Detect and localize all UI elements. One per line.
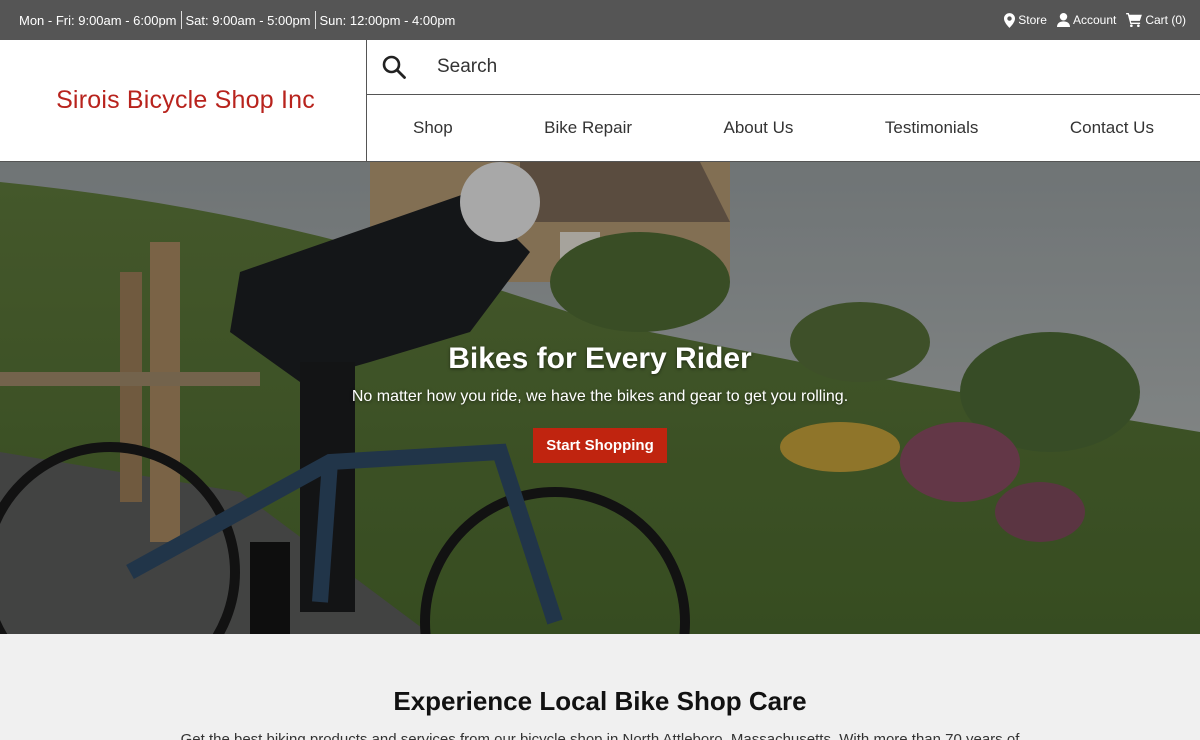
cart-label: Cart (0)	[1145, 13, 1186, 27]
top-info-bar: Mon - Fri: 9:00am - 6:00pm Sat: 9:00am -…	[0, 0, 1200, 40]
main-nav: Shop Bike Repair About Us Testimonials C…	[367, 95, 1200, 161]
store-link[interactable]: Store	[1004, 12, 1047, 28]
hero-content: Bikes for Every Rider No matter how you …	[0, 342, 1200, 463]
cart-icon	[1126, 13, 1143, 27]
nav-bike-repair[interactable]: Bike Repair	[544, 118, 632, 138]
start-shopping-button[interactable]: Start Shopping	[533, 428, 667, 463]
site-header: Sirois Bicycle Shop Inc Shop Bike Repair…	[0, 40, 1200, 162]
hours-sunday: Sun: 12:00pm - 4:00pm	[319, 12, 456, 28]
header-right: Shop Bike Repair About Us Testimonials C…	[367, 40, 1200, 161]
nav-testimonials[interactable]: Testimonials	[885, 118, 979, 138]
section-text: Get the best biking products and service…	[180, 731, 1020, 740]
nav-about-us[interactable]: About Us	[723, 118, 793, 138]
utility-links: Store Account Cart (0)	[1004, 12, 1186, 28]
hours-divider	[314, 11, 316, 29]
user-icon	[1056, 13, 1070, 27]
account-link[interactable]: Account	[1056, 13, 1117, 27]
hero-title: Bikes for Every Rider	[448, 342, 752, 375]
hours-saturday: Sat: 9:00am - 5:00pm	[185, 12, 311, 28]
intro-section: Experience Local Bike Shop Care Get the …	[0, 634, 1200, 740]
cart-link[interactable]: Cart (0)	[1126, 13, 1186, 27]
account-label: Account	[1072, 13, 1117, 27]
nav-shop[interactable]: Shop	[413, 118, 453, 138]
store-hours: Mon - Fri: 9:00am - 6:00pm Sat: 9:00am -…	[19, 11, 455, 29]
nav-contact-us[interactable]: Contact Us	[1070, 118, 1154, 138]
store-label: Store	[1018, 13, 1047, 27]
logo-container: Sirois Bicycle Shop Inc	[0, 40, 367, 161]
search-icon[interactable]	[381, 54, 407, 80]
hours-weekday: Mon - Fri: 9:00am - 6:00pm	[19, 12, 177, 28]
hero-banner: Bikes for Every Rider No matter how you …	[0, 162, 1200, 634]
hours-divider	[180, 11, 182, 29]
search-input[interactable]	[437, 56, 1197, 78]
search-bar	[367, 40, 1200, 95]
map-pin-icon	[1004, 12, 1016, 28]
hero-subtitle: No matter how you ride, we have the bike…	[351, 388, 849, 405]
site-logo[interactable]: Sirois Bicycle Shop Inc	[56, 86, 315, 115]
section-title: Experience Local Bike Shop Care	[393, 686, 807, 716]
